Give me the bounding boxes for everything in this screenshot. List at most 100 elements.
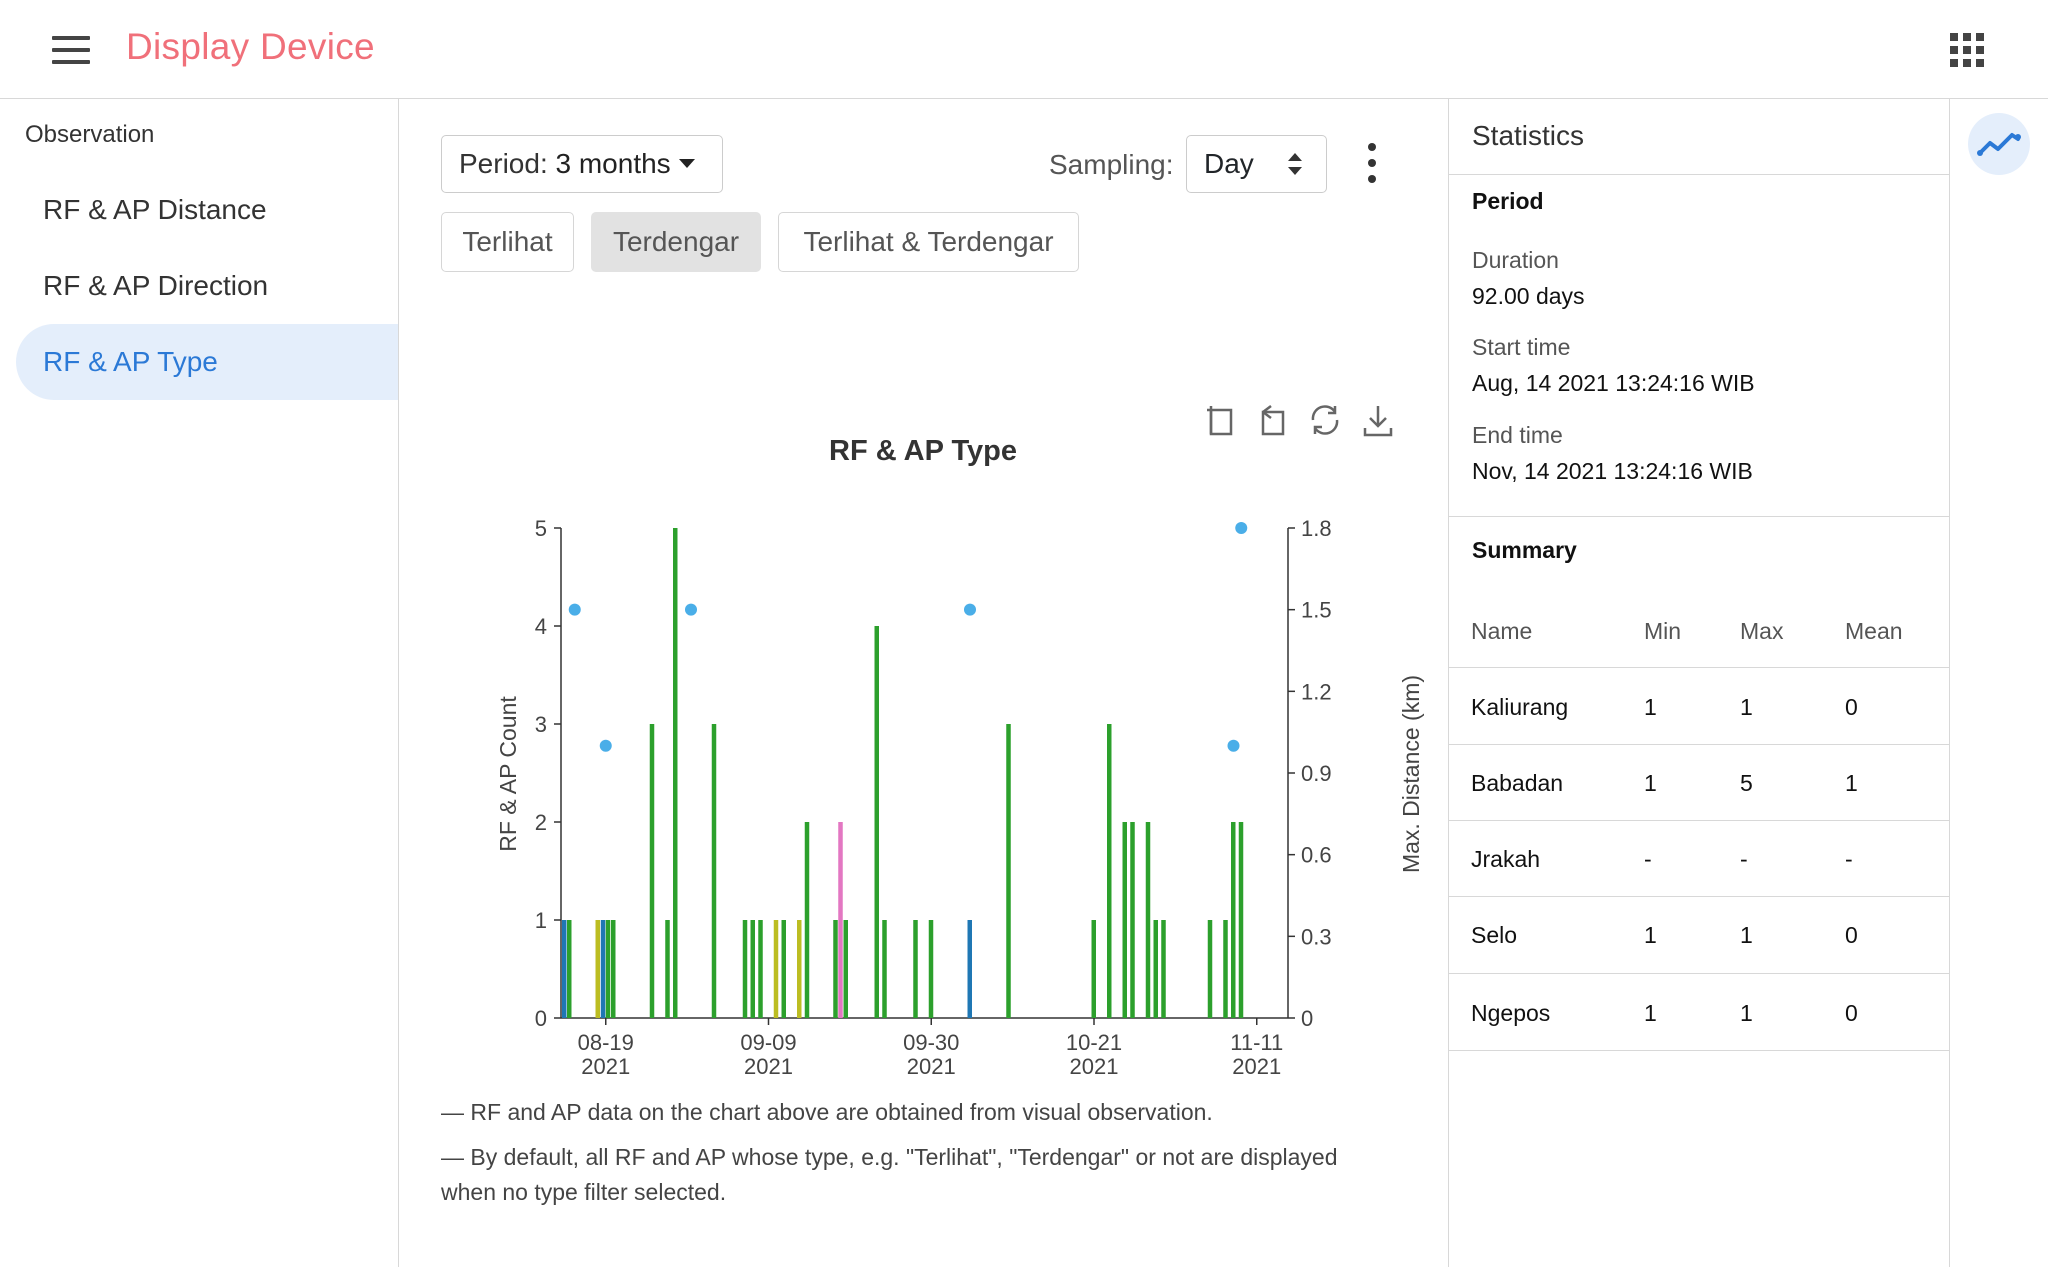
y-tick-label: 0 — [535, 1006, 547, 1031]
period-dropdown[interactable]: Period: 3 months — [441, 135, 723, 193]
start-time-value: Aug, 14 2021 13:24:16 WIB — [1472, 370, 1755, 396]
summary-heading: Summary — [1472, 537, 1577, 563]
y2-tick-label: 1.8 — [1301, 516, 1332, 541]
y-tick-label: 4 — [535, 614, 547, 639]
bar-babadan — [742, 920, 748, 1018]
bar-kaliurang — [562, 920, 567, 1018]
x-tick-label: 2021 — [1232, 1054, 1281, 1079]
restore-icon[interactable] — [1311, 405, 1339, 435]
filter-terlihat-button[interactable]: Terlihat — [441, 212, 574, 272]
bar-babadan — [833, 920, 838, 1018]
max-distance-point — [685, 603, 697, 616]
duration-label: Duration — [1472, 247, 1559, 273]
bar-babadan — [611, 920, 616, 1018]
bar-babadan — [913, 920, 918, 1018]
chart-title: RF & AP Type — [829, 435, 1017, 467]
row-min: - — [1644, 846, 1652, 872]
bar-ngepos — [797, 920, 802, 1018]
bar-selo — [838, 822, 843, 1018]
y2-axis-label: Max. Distance (km) — [1398, 675, 1424, 873]
chart-notes: — RF and AP data on the chart above are … — [441, 1095, 1391, 1220]
bar-babadan — [1145, 822, 1151, 1018]
sidebar-item-rf-ap-distance[interactable]: RF & AP Distance — [16, 172, 398, 248]
x-tick-label: 08-19 — [578, 1030, 634, 1055]
x-tick-label: 2021 — [907, 1054, 956, 1079]
bar-babadan — [1122, 822, 1127, 1018]
bar-ngepos — [773, 920, 779, 1018]
sampling-label: Sampling: — [1049, 149, 1174, 180]
bar-babadan — [750, 920, 755, 1018]
statistics-title: Statistics — [1472, 120, 1585, 151]
divider — [1449, 973, 1949, 974]
row-max: 1 — [1740, 922, 1753, 948]
trending-icon — [1977, 133, 2021, 156]
statistics-panel: Statistics Period Duration 92.00 days St… — [1448, 99, 1950, 1267]
sampling-value: Day — [1204, 148, 1254, 179]
y-tick-label: 2 — [535, 810, 547, 835]
x-tick-label: 09-09 — [740, 1030, 796, 1055]
apps-grid-icon[interactable] — [1950, 33, 1984, 67]
y-ticks-right: 0 0.3 0.6 0.9 1.2 1.5 1.8 — [1288, 516, 1332, 1031]
row-mean: - — [1845, 846, 1853, 872]
start-time-label: Start time — [1472, 334, 1571, 360]
sampling-select[interactable]: Day — [1186, 135, 1327, 193]
divider — [1449, 896, 1949, 897]
filter-terlihat-terdengar-button[interactable]: Terlihat & Terdengar — [778, 212, 1079, 272]
sidebar-item-rf-ap-type[interactable]: RF & AP Type — [16, 324, 398, 400]
row-mean: 0 — [1845, 922, 1858, 948]
bar-babadan — [1161, 920, 1166, 1018]
x-tick-label: 2021 — [581, 1054, 630, 1079]
bar-babadan — [1130, 822, 1135, 1018]
bar-kaliurang — [600, 920, 606, 1018]
bar-babadan — [928, 920, 934, 1018]
row-mean: 0 — [1845, 1000, 1858, 1026]
max-distance-point — [568, 603, 581, 616]
row-mean: 0 — [1845, 694, 1858, 720]
download-icon[interactable] — [1363, 406, 1393, 437]
sidebar: Observation RF & AP Distance RF & AP Dir… — [0, 99, 399, 1267]
end-time-label: End time — [1472, 422, 1563, 448]
period-heading: Period — [1472, 188, 1544, 214]
statistics-toggle-button[interactable] — [1968, 113, 2030, 175]
y2-tick-label: 1.2 — [1301, 679, 1332, 704]
divider — [1449, 516, 1949, 517]
menu-icon[interactable] — [52, 36, 90, 64]
column-header-max: Max — [1740, 618, 1784, 644]
y-ticks-left: 0 1 2 3 4 5 — [535, 516, 561, 1031]
caret-down-icon — [678, 159, 695, 169]
bar-babadan — [567, 920, 572, 1018]
zoom-icon[interactable] — [1207, 406, 1233, 436]
y-tick-label: 1 — [535, 908, 547, 933]
bar-babadan — [605, 920, 611, 1018]
max-distance-point — [1227, 739, 1240, 752]
more-options-icon[interactable] — [1362, 141, 1382, 185]
bar-babadan — [1207, 920, 1213, 1018]
divider — [1449, 667, 1949, 668]
sidebar-item-rf-ap-direction[interactable]: RF & AP Direction — [16, 248, 398, 324]
y-axis-label: RF & AP Count — [495, 696, 521, 852]
y2-tick-label: 0.6 — [1301, 843, 1332, 868]
x-ticks: 08-19202109-09202109-30202110-21202111-1… — [578, 1018, 1283, 1079]
bar-babadan — [1231, 822, 1236, 1018]
row-min: 1 — [1644, 1000, 1657, 1026]
zoom-reset-icon[interactable] — [1261, 405, 1285, 436]
row-max: 5 — [1740, 770, 1753, 796]
row-min: 1 — [1644, 694, 1657, 720]
y2-tick-label: 1.5 — [1301, 598, 1332, 623]
x-tick-label: 10-21 — [1066, 1030, 1122, 1055]
divider — [1449, 820, 1949, 821]
bar-babadan — [758, 920, 763, 1018]
filter-terdengar-button[interactable]: Terdengar — [591, 212, 761, 272]
bar-babadan — [1006, 724, 1011, 1018]
row-mean: 1 — [1845, 770, 1858, 796]
row-min: 1 — [1644, 922, 1657, 948]
y-tick-label: 3 — [535, 712, 547, 737]
note-2: — By default, all RF and AP whose type, … — [441, 1144, 1338, 1205]
select-arrows-icon — [1288, 153, 1302, 177]
bar-babadan — [711, 724, 717, 1018]
bar-babadan — [665, 920, 670, 1018]
end-time-value: Nov, 14 2021 13:24:16 WIB — [1472, 458, 1753, 484]
row-max: 1 — [1740, 694, 1753, 720]
divider — [1449, 744, 1949, 745]
row-name: Ngepos — [1471, 1000, 1551, 1026]
